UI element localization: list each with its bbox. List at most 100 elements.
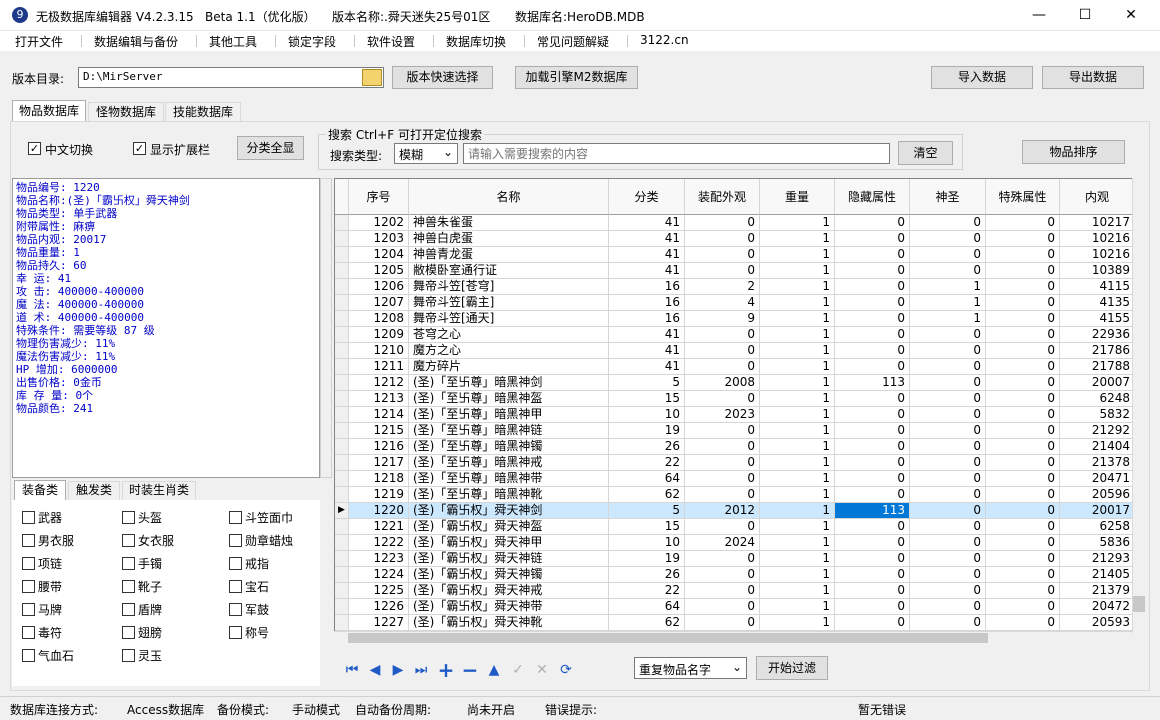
table-cell[interactable]: 0	[986, 279, 1060, 295]
show-all-button[interactable]: 分类全显	[237, 136, 304, 160]
table-cell[interactable]: 0	[986, 263, 1060, 279]
table-cell[interactable]: 2024	[685, 535, 760, 551]
table-cell[interactable]: 1	[760, 615, 835, 631]
row-indicator[interactable]	[335, 359, 349, 375]
row-indicator[interactable]	[335, 247, 349, 263]
table-cell[interactable]: 0	[986, 375, 1060, 391]
table-cell[interactable]: 5836	[1060, 535, 1135, 551]
table-cell[interactable]: 20007	[1060, 375, 1135, 391]
table-cell[interactable]: 0	[835, 231, 910, 247]
table-cell[interactable]: 0	[685, 455, 760, 471]
table-cell[interactable]: 1	[760, 599, 835, 615]
table-cell[interactable]: 1206	[349, 279, 409, 295]
table-row[interactable]: 1224 (圣)「霸卐权」舜天神镯 26 0 1 0 0 0 21405	[335, 567, 1135, 583]
folder-icon[interactable]	[362, 69, 382, 86]
table-cell[interactable]: 0	[835, 343, 910, 359]
table-cell[interactable]: 64	[609, 471, 685, 487]
table-cell[interactable]: 0	[835, 519, 910, 535]
menu-other-tools[interactable]: 其他工具	[209, 33, 257, 50]
table-row[interactable]: 1222 (圣)「霸卐权」舜天神甲 10 2024 1 0 0 0 5836	[335, 535, 1135, 551]
table-cell[interactable]: (圣)「霸卐权」舜天神镯	[409, 567, 609, 583]
table-cell[interactable]: 0	[685, 615, 760, 631]
table-row[interactable]: 1208 舞帝斗笠[通天] 16 9 1 0 1 0 4155	[335, 311, 1135, 327]
table-row[interactable]: 1225 (圣)「霸卐权」舜天神戒 22 0 1 0 0 0 21379	[335, 583, 1135, 599]
table-cell[interactable]: 62	[609, 487, 685, 503]
table-cell[interactable]: 41	[609, 343, 685, 359]
table-row[interactable]: 1206 舞帝斗笠[苍穹] 16 2 1 0 1 0 4115	[335, 279, 1135, 295]
table-cell[interactable]: 0	[986, 599, 1060, 615]
table-cell[interactable]: 6258	[1060, 519, 1135, 535]
table-cell[interactable]: 0	[910, 535, 986, 551]
table-cell[interactable]: 20593	[1060, 615, 1135, 631]
table-cell[interactable]: 21379	[1060, 583, 1135, 599]
show-ext-checkbox[interactable]: ✓	[133, 142, 146, 155]
table-row[interactable]: 1209 苍穹之心 41 0 1 0 0 0 22936	[335, 327, 1135, 343]
table-cell[interactable]: 1	[760, 391, 835, 407]
category-checkbox[interactable]	[22, 534, 35, 547]
table-cell[interactable]: 1	[760, 519, 835, 535]
table-cell[interactable]: 113	[835, 375, 910, 391]
table-cell[interactable]: 9	[685, 311, 760, 327]
table-cell[interactable]: 22936	[1060, 327, 1135, 343]
table-cell[interactable]: 2008	[685, 375, 760, 391]
column-header[interactable]: 特殊属性	[986, 179, 1060, 215]
table-cell[interactable]: 神兽朱雀蛋	[409, 215, 609, 231]
start-filter-button[interactable]: 开始过滤	[756, 656, 828, 680]
table-cell[interactable]: 10217	[1060, 215, 1135, 231]
table-cell[interactable]: 0	[835, 279, 910, 295]
row-indicator[interactable]	[335, 327, 349, 343]
quick-select-button[interactable]: 版本快速选择	[392, 66, 493, 89]
column-header[interactable]: 神圣	[910, 179, 986, 215]
table-cell[interactable]: 0	[910, 391, 986, 407]
table-cell[interactable]: 1	[760, 327, 835, 343]
category-checkbox[interactable]	[22, 603, 35, 616]
table-cell[interactable]: 0	[685, 599, 760, 615]
table-cell[interactable]: 0	[910, 263, 986, 279]
menu-settings[interactable]: 软件设置	[367, 33, 415, 50]
table-cell[interactable]: 0	[685, 391, 760, 407]
table-cell[interactable]: 10216	[1060, 247, 1135, 263]
column-header[interactable]: 隐藏属性	[835, 179, 910, 215]
table-cell[interactable]: 21378	[1060, 455, 1135, 471]
table-cell[interactable]: 1226	[349, 599, 409, 615]
table-cell[interactable]: 0	[835, 487, 910, 503]
table-cell[interactable]: 41	[609, 215, 685, 231]
table-cell[interactable]: 1	[910, 295, 986, 311]
table-cell[interactable]: (圣)「至卐尊」暗黑神盔	[409, 391, 609, 407]
table-cell[interactable]: 62	[609, 615, 685, 631]
table-cell[interactable]: 0	[685, 215, 760, 231]
table-cell[interactable]: 19	[609, 551, 685, 567]
table-cell[interactable]: 0	[910, 215, 986, 231]
table-cell[interactable]: 41	[609, 247, 685, 263]
tab-skill-db[interactable]: 技能数据库	[165, 102, 241, 122]
table-cell[interactable]: (圣)「至卐尊」暗黑神甲	[409, 407, 609, 423]
category-checkbox[interactable]	[122, 580, 135, 593]
table-cell[interactable]: (圣)「霸卐权」舜天神剑	[409, 503, 609, 519]
category-checkbox[interactable]	[122, 603, 135, 616]
table-cell[interactable]: 22	[609, 583, 685, 599]
table-cell[interactable]: 19	[609, 423, 685, 439]
post-record-icon[interactable]: ✓	[509, 662, 527, 678]
table-cell[interactable]: 10	[609, 535, 685, 551]
sort-button[interactable]: 物品排序	[1022, 140, 1125, 164]
table-cell[interactable]: 敝模卧室通行证	[409, 263, 609, 279]
grid-vscroll-thumb[interactable]	[1133, 596, 1145, 612]
table-cell[interactable]: 魔方碎片	[409, 359, 609, 375]
delete-record-icon[interactable]: −	[461, 660, 479, 680]
table-cell[interactable]: 0	[685, 471, 760, 487]
table-cell[interactable]: 0	[835, 215, 910, 231]
table-cell[interactable]: 0	[910, 551, 986, 567]
table-cell[interactable]: 0	[685, 567, 760, 583]
table-cell[interactable]: 21786	[1060, 343, 1135, 359]
row-indicator[interactable]	[335, 311, 349, 327]
table-cell[interactable]: 1	[760, 583, 835, 599]
table-cell[interactable]: (圣)「至卐尊」暗黑神靴	[409, 487, 609, 503]
table-cell[interactable]: 0	[986, 439, 1060, 455]
table-cell[interactable]: 1214	[349, 407, 409, 423]
table-cell[interactable]: 21404	[1060, 439, 1135, 455]
load-m2-button[interactable]: 加载引擎M2数据库	[515, 66, 638, 89]
table-cell[interactable]: 1208	[349, 311, 409, 327]
table-cell[interactable]: 2023	[685, 407, 760, 423]
table-cell[interactable]: 1	[760, 503, 835, 519]
table-row[interactable]: 1207 舞帝斗笠[霸主] 16 4 1 0 1 0 4135	[335, 295, 1135, 311]
